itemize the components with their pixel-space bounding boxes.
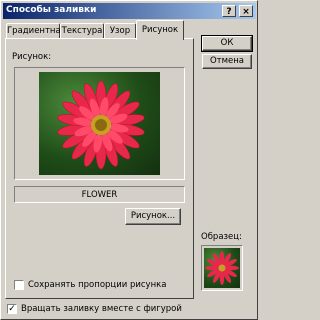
rotate-with-shape-label[interactable]: Вращать заливку вместе с фигурой <box>21 304 182 314</box>
title-bar[interactable]: Способы заливки ? × <box>3 3 256 19</box>
cancel-button[interactable]: Отмена <box>202 54 252 69</box>
picture-name: FLOWER <box>14 186 185 203</box>
fill-effects-dialog: Способы заливки ? × Градиентная Текстура… <box>0 0 258 320</box>
tab-texture[interactable]: Текстура <box>60 23 104 39</box>
keep-proportions-label[interactable]: Сохранять пропорции рисунка <box>28 280 166 290</box>
picture-label: Рисунок: <box>12 52 52 62</box>
picture-preview <box>14 67 185 180</box>
tab-panel-picture: Рисунок: FLOWER Рисунок... Сохранять про… <box>5 38 194 299</box>
ok-button[interactable]: ОК <box>201 35 253 52</box>
tab-pattern[interactable]: Узор <box>104 23 136 39</box>
tab-picture[interactable]: Рисунок <box>136 20 184 40</box>
rotate-with-shape-checkbox[interactable]: ✓ <box>7 304 17 314</box>
help-button[interactable]: ? <box>222 5 236 17</box>
close-button[interactable]: × <box>239 5 253 17</box>
dialog-title: Способы заливки <box>6 5 97 15</box>
select-picture-button[interactable]: Рисунок... <box>125 208 181 225</box>
tab-gradient[interactable]: Градиентная <box>6 23 66 39</box>
flower-image <box>39 72 160 175</box>
sample-label: Образец: <box>201 232 242 242</box>
sample-flower-image <box>204 248 240 288</box>
sample-preview <box>201 245 243 291</box>
select-picture-button-label: Рисунок... <box>130 211 176 221</box>
keep-proportions-checkbox[interactable] <box>14 280 24 290</box>
